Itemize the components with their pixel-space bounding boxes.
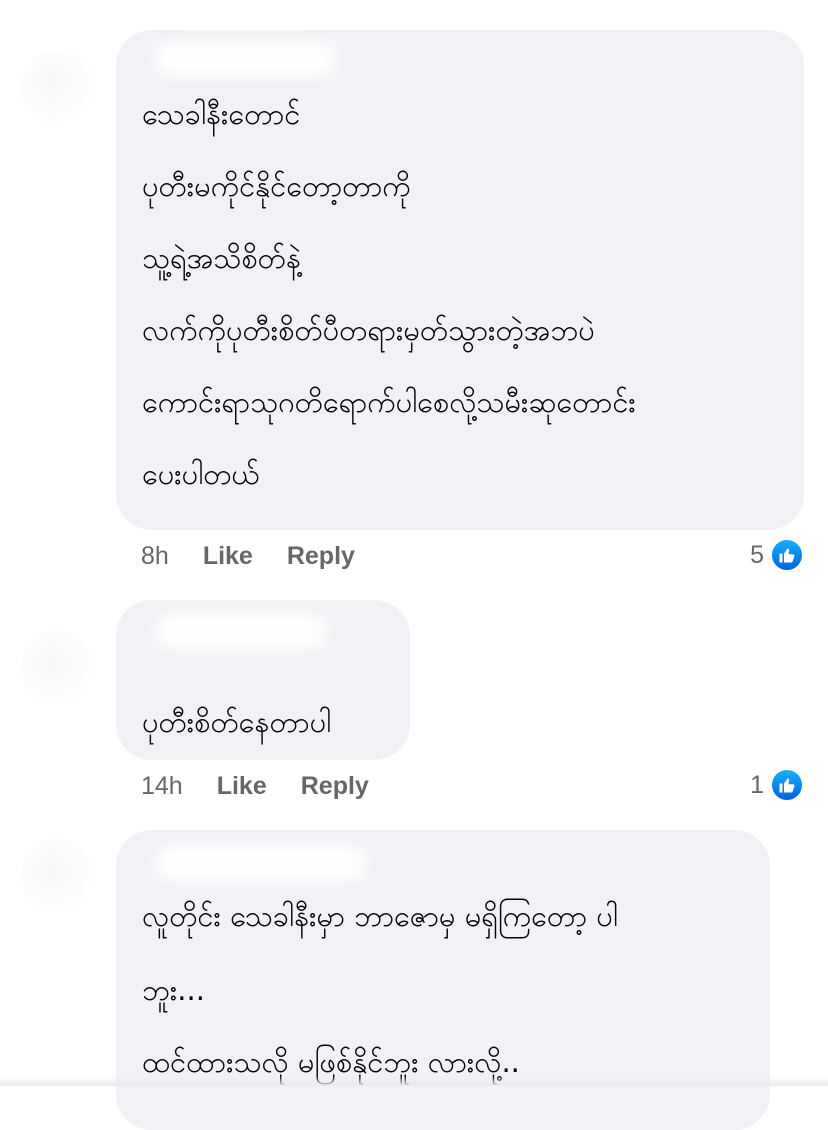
comment-text-line: ပေးပါတယ် [142, 457, 260, 491]
avatar[interactable] [20, 630, 100, 710]
comment-text-line: သူ့ရဲ့အသိစိတ်နဲ့ [142, 241, 301, 275]
comment-bubble: ပုတီးစိတ်နေတာပါ [116, 600, 410, 760]
comment-text-line: လက်ကိုပုတီးစိတ်ပီတရားမှတ်သွားတဲ့အဘပဲ [142, 313, 595, 347]
author-name-redacted [156, 846, 366, 880]
timestamp[interactable]: 8h [141, 542, 169, 571]
comment-text-line: လူတိုင်း သေခါနီးမှာ ဘာဇောမှ မရှိကြတော့ ပ… [142, 899, 618, 933]
reaction-count[interactable]: 1 [750, 768, 804, 802]
avatar[interactable] [20, 838, 100, 918]
reaction-number: 5 [750, 540, 764, 569]
thumbs-up-icon [770, 768, 804, 802]
reaction-count[interactable]: 5 [750, 538, 804, 572]
author-name-redacted [156, 42, 336, 76]
like-button[interactable]: Like [203, 542, 253, 571]
comment-actions: 8h Like Reply [141, 540, 355, 572]
like-button[interactable]: Like [217, 772, 267, 801]
comment-text-line: ပုတီးစိတ်နေတာပါ [142, 705, 332, 739]
timestamp[interactable]: 14h [141, 772, 183, 801]
bottom-edge [0, 1076, 828, 1086]
reaction-number: 1 [750, 770, 764, 799]
thumbs-up-icon [770, 538, 804, 572]
comment-2: ပုတီးစိတ်နေတာပါ 14h Like Reply 1 [0, 590, 828, 830]
comment-text-line: ကောင်းရာသုဂတိရောက်ပါစေလို့သမီးဆုတောင်း [142, 385, 636, 419]
comment-1: သေခါနီးတောင် ပုတီးမကိုင်နိုင်တော့တာကို သ… [0, 0, 828, 600]
author-name-redacted [156, 614, 326, 648]
comment-actions: 14h Like Reply [141, 770, 369, 802]
comment-text-line: သေခါနီးတောင် [142, 97, 301, 131]
avatar[interactable] [20, 50, 100, 130]
reply-button[interactable]: Reply [301, 772, 369, 801]
reply-button[interactable]: Reply [287, 542, 355, 571]
comment-text-line: ဘူး... [142, 973, 205, 1007]
comment-text-line: ပုတီးမကိုင်နိုင်တော့တာကို [142, 169, 411, 203]
comment-3: လူတိုင်း သေခါနီးမှာ ဘာဇောမှ မရှိကြတော့ ပ… [0, 828, 828, 1130]
comment-bubble: သေခါနီးတောင် ပုတီးမကိုင်နိုင်တော့တာကို သ… [116, 30, 804, 530]
